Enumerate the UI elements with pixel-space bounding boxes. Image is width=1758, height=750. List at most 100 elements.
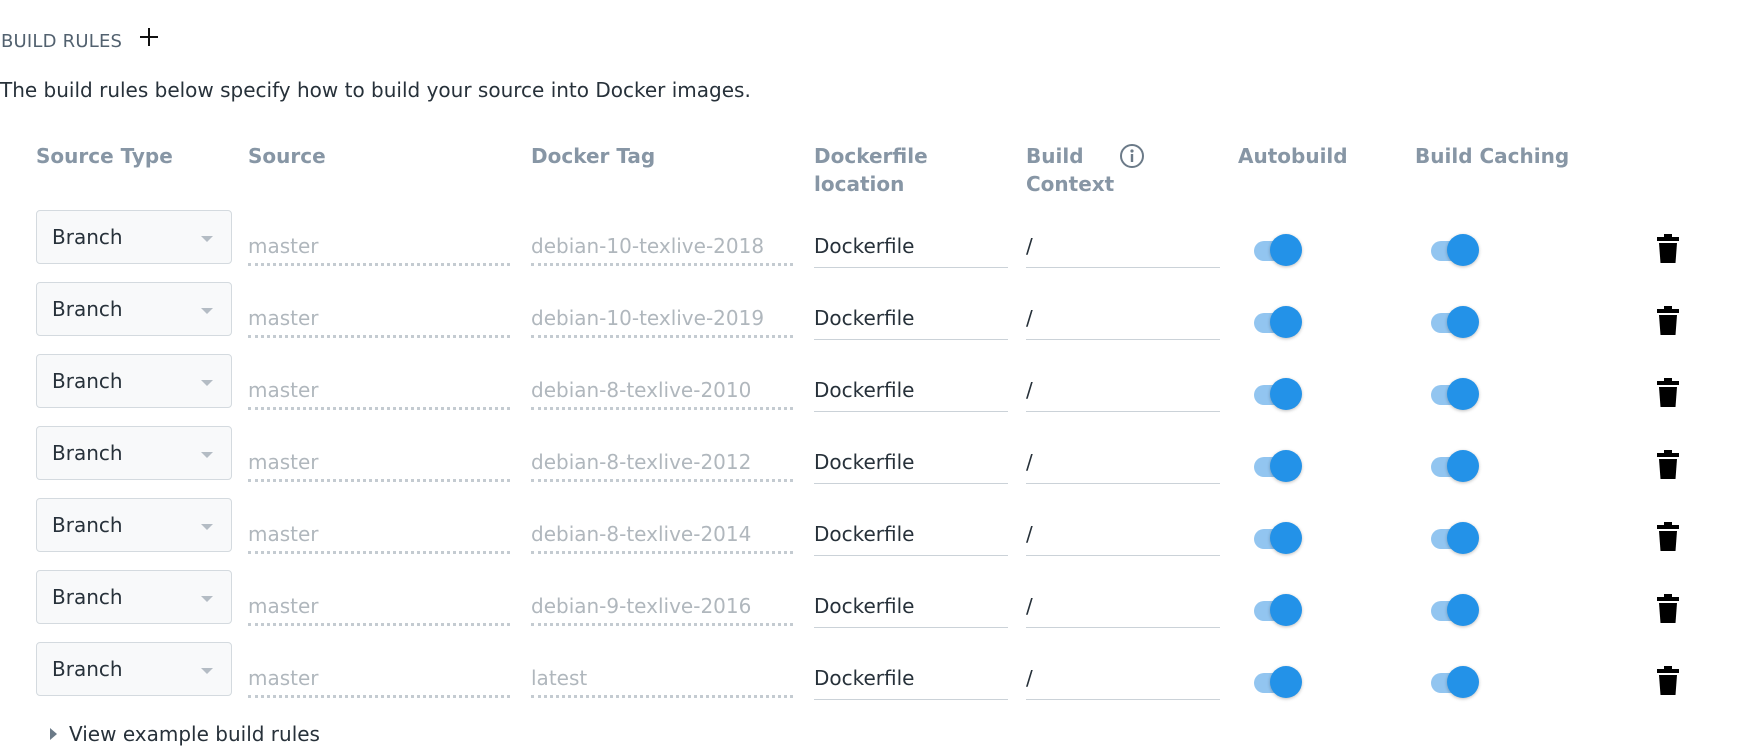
build-caching-toggle[interactable]	[1427, 232, 1481, 268]
section-title: BUILD RULES	[1, 30, 123, 52]
build-context-input[interactable]: /	[1026, 658, 1220, 700]
toggle-knob	[1270, 594, 1302, 626]
chevron-down-icon	[201, 668, 213, 674]
autobuild-toggle[interactable]	[1250, 520, 1304, 556]
toggle-knob	[1270, 234, 1302, 266]
build-context-input[interactable]: /	[1026, 442, 1220, 484]
source-placeholder: master	[248, 522, 319, 546]
source-input[interactable]: master	[248, 514, 510, 554]
dockerfile-location-value: Dockerfile	[814, 234, 915, 258]
source-placeholder: master	[248, 450, 319, 474]
source-type-select[interactable]: Branch	[36, 210, 232, 264]
source-type-value: Branch	[52, 225, 123, 249]
dockerfile-location-input[interactable]: Dockerfile	[814, 658, 1008, 700]
docker-tag-placeholder: debian-10-texlive-2018	[531, 234, 765, 258]
autobuild-toggle[interactable]	[1250, 232, 1304, 268]
trash-icon[interactable]	[1657, 594, 1679, 624]
autobuild-toggle[interactable]	[1250, 376, 1304, 412]
column-header-autobuild: Autobuild	[1238, 144, 1348, 168]
source-input[interactable]: master	[248, 442, 510, 482]
build-context-value: /	[1026, 306, 1033, 330]
source-input[interactable]: master	[248, 226, 510, 266]
toggle-knob	[1270, 306, 1302, 338]
build-context-input[interactable]: /	[1026, 586, 1220, 628]
toggle-knob	[1270, 378, 1302, 410]
source-placeholder: master	[248, 234, 319, 258]
build-rule-row: Branch master latest Dockerfile /	[0, 642, 1758, 714]
column-header-build-context: Build Context	[1026, 142, 1114, 198]
source-type-select[interactable]: Branch	[36, 282, 232, 336]
autobuild-toggle[interactable]	[1250, 448, 1304, 484]
dockerfile-location-input[interactable]: Dockerfile	[814, 370, 1008, 412]
docker-tag-input[interactable]: debian-8-texlive-2010	[531, 370, 793, 410]
docker-tag-placeholder: debian-8-texlive-2014	[531, 522, 752, 546]
trash-icon[interactable]	[1657, 378, 1679, 408]
autobuild-toggle[interactable]	[1250, 592, 1304, 628]
trash-icon[interactable]	[1657, 306, 1679, 336]
autobuild-toggle[interactable]	[1250, 304, 1304, 340]
trash-icon[interactable]	[1657, 666, 1679, 696]
build-context-value: /	[1026, 450, 1033, 474]
source-type-select[interactable]: Branch	[36, 498, 232, 552]
docker-tag-input[interactable]: latest	[531, 658, 793, 698]
column-header-build-caching: Build Caching	[1415, 144, 1570, 168]
build-context-input[interactable]: /	[1026, 370, 1220, 412]
toggle-knob	[1270, 666, 1302, 698]
build-rules-description: The build rules below specify how to bui…	[0, 78, 751, 102]
trash-icon[interactable]	[1657, 234, 1679, 264]
build-caching-toggle[interactable]	[1427, 448, 1481, 484]
view-example-build-rules-toggle[interactable]: View example build rules	[50, 720, 320, 748]
build-caching-toggle[interactable]	[1427, 664, 1481, 700]
build-caching-toggle[interactable]	[1427, 592, 1481, 628]
chevron-down-icon	[201, 308, 213, 314]
source-input[interactable]: master	[248, 586, 510, 626]
build-caching-toggle[interactable]	[1427, 304, 1481, 340]
build-context-input[interactable]: /	[1026, 226, 1220, 268]
dockerfile-location-value: Dockerfile	[814, 450, 915, 474]
docker-tag-placeholder: debian-8-texlive-2012	[531, 450, 752, 474]
dockerfile-location-value: Dockerfile	[814, 306, 915, 330]
toggle-knob	[1447, 522, 1479, 554]
column-header-build-context-line2: Context	[1026, 172, 1115, 196]
docker-tag-input[interactable]: debian-10-texlive-2018	[531, 226, 793, 266]
build-context-value: /	[1026, 234, 1033, 258]
view-example-build-rules-label: View example build rules	[69, 722, 320, 746]
source-input[interactable]: master	[248, 370, 510, 410]
dockerfile-location-input[interactable]: Dockerfile	[814, 226, 1008, 268]
build-context-input[interactable]: /	[1026, 298, 1220, 340]
build-context-input[interactable]: /	[1026, 514, 1220, 556]
source-type-select[interactable]: Branch	[36, 570, 232, 624]
docker-tag-input[interactable]: debian-8-texlive-2012	[531, 442, 793, 482]
dockerfile-location-input[interactable]: Dockerfile	[814, 586, 1008, 628]
column-header-dockerfile-location: Dockerfile location	[814, 142, 928, 198]
build-context-value: /	[1026, 378, 1033, 402]
build-caching-toggle[interactable]	[1427, 376, 1481, 412]
source-type-select[interactable]: Branch	[36, 354, 232, 408]
dockerfile-location-input[interactable]: Dockerfile	[814, 298, 1008, 340]
chevron-down-icon	[201, 380, 213, 386]
dockerfile-location-input[interactable]: Dockerfile	[814, 514, 1008, 556]
dockerfile-location-input[interactable]: Dockerfile	[814, 442, 1008, 484]
docker-tag-placeholder: latest	[531, 666, 588, 690]
trash-icon[interactable]	[1657, 522, 1679, 552]
info-icon[interactable]	[1119, 143, 1145, 169]
source-input[interactable]: master	[248, 658, 510, 698]
source-type-select[interactable]: Branch	[36, 642, 232, 696]
trash-icon[interactable]	[1657, 450, 1679, 480]
dockerfile-location-value: Dockerfile	[814, 522, 915, 546]
chevron-down-icon	[201, 236, 213, 242]
docker-tag-placeholder: debian-10-texlive-2019	[531, 306, 765, 330]
docker-tag-input[interactable]: debian-9-texlive-2016	[531, 586, 793, 626]
source-type-select[interactable]: Branch	[36, 426, 232, 480]
column-header-docker-tag: Docker Tag	[531, 144, 656, 168]
source-type-value: Branch	[52, 657, 123, 681]
chevron-down-icon	[201, 596, 213, 602]
column-header-dockerfile-location-line1: Dockerfile	[814, 144, 928, 168]
build-caching-toggle[interactable]	[1427, 520, 1481, 556]
docker-tag-input[interactable]: debian-10-texlive-2019	[531, 298, 793, 338]
source-input[interactable]: master	[248, 298, 510, 338]
add-build-rule-button[interactable]	[138, 26, 160, 48]
autobuild-toggle[interactable]	[1250, 664, 1304, 700]
docker-tag-input[interactable]: debian-8-texlive-2014	[531, 514, 793, 554]
source-type-value: Branch	[52, 369, 123, 393]
